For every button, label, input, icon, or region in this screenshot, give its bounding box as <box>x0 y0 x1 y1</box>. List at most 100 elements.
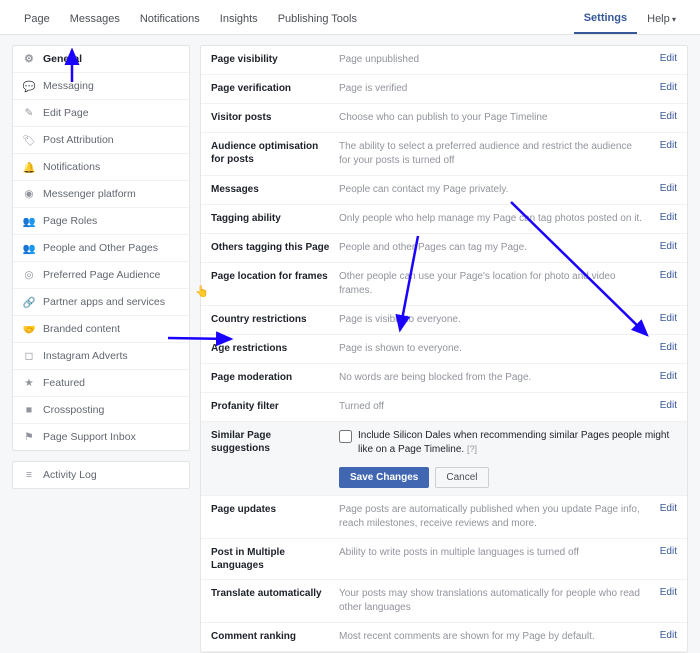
sidebar-item-label: People and Other Pages <box>43 242 158 254</box>
sidebar-item-post-attribution[interactable]: 🏷Post Attribution <box>13 127 189 154</box>
sidebar-item-label: Activity Log <box>43 469 97 481</box>
edit-link[interactable]: Edit <box>654 546 677 557</box>
help-icon[interactable]: [?] <box>467 444 477 454</box>
nav-page[interactable]: Page <box>14 7 60 33</box>
row-comment: Comment ranking Most recent comments are … <box>201 623 687 652</box>
row-value: Most recent comments are shown for my Pa… <box>339 630 646 644</box>
sidebar-item-label: Branded content <box>43 323 120 335</box>
row-label: Others tagging this Page <box>211 241 331 254</box>
sidebar: ⚙ General 💬Messaging ✎ Edit Page 🏷Post Attrib… <box>12 45 190 653</box>
edit-link[interactable]: Edit <box>654 400 677 411</box>
edit-link[interactable]: Edit <box>654 630 677 641</box>
row-profanity: Profanity filterTurned offEdit <box>201 393 687 422</box>
edit-link[interactable]: Edit <box>654 241 677 252</box>
row-updates: Page updatesPage posts are automatically… <box>201 496 687 539</box>
edit-link[interactable]: Edit <box>654 183 677 194</box>
row-label: Page visibility <box>211 53 331 66</box>
row-label: Country restrictions <box>211 313 331 326</box>
sidebar-item-activity-log[interactable]: ≡ Activity Log <box>13 462 189 488</box>
row-age: Age restrictionsPage is shown to everyon… <box>201 335 687 364</box>
sidebar-item-partner-apps-and-services[interactable]: 🔗 Partner apps and services <box>13 289 189 316</box>
instagram-icon: ◻ <box>23 350 35 362</box>
row-label: Similar Page suggestions <box>211 429 331 455</box>
row-similar: Similar Page suggestions Include Silicon … <box>201 422 687 496</box>
row-value: Choose who can publish to your Page Time… <box>339 111 646 125</box>
row-value: People can contact my Page privately. <box>339 183 646 197</box>
sidebar-item-label: Page Roles <box>43 215 97 227</box>
top-nav: Page Messages Notifications Insights Pub… <box>0 0 700 35</box>
edit-link[interactable]: Edit <box>654 587 677 598</box>
nav-publishing[interactable]: Publishing Tools <box>268 7 367 33</box>
sidebar-item-people-and-other-pages[interactable]: 👥 People and Other Pages <box>13 235 189 262</box>
row-value: Include Silicon Dales when recommending … <box>339 429 677 488</box>
row-messages: MessagesPeople can contact my Page priva… <box>201 176 687 205</box>
nav-messages[interactable]: Messages <box>60 7 130 33</box>
nav-insights[interactable]: Insights <box>210 7 268 33</box>
row-label: Page location for frames <box>211 270 331 283</box>
row-value: Page is visible to everyone. <box>339 313 646 327</box>
row-value: The ability to select a preferred audien… <box>339 140 646 168</box>
sidebar-item-featured[interactable]: ★ Featured <box>13 370 189 397</box>
sidebar-item-label: Featured <box>43 377 85 389</box>
sidebar-item-page-support-inbox[interactable]: ⚑Page Support Inbox <box>13 424 189 450</box>
nav-notifications[interactable]: Notifications <box>130 7 210 33</box>
sidebar-item-messenger-platform[interactable]: ◉Messenger platform <box>13 181 189 208</box>
sidebar-item-page-roles[interactable]: 👥Page Roles <box>13 208 189 235</box>
sidebar-item-notifications[interactable]: 🔔 Notifications <box>13 154 189 181</box>
row-label: Audience optimisation for posts <box>211 140 331 166</box>
cancel-button[interactable]: Cancel <box>435 467 488 488</box>
row-label: Comment ranking <box>211 630 331 643</box>
sidebar-item-branded-content[interactable]: 🤝Branded content <box>13 316 189 343</box>
save-changes-button[interactable]: Save Changes <box>339 467 429 488</box>
row-value: Page is verified <box>339 82 646 96</box>
edit-link[interactable]: Edit <box>654 342 677 353</box>
row-value: Turned off <box>339 400 646 414</box>
nav-settings[interactable]: Settings <box>574 6 637 34</box>
row-multilang: Post in Multiple LanguagesAbility to wri… <box>201 539 687 580</box>
gear-icon: ⚙ <box>23 53 35 65</box>
edit-link[interactable]: Edit <box>654 82 677 93</box>
row-visitor: Visitor posts Choose who can publish to y… <box>201 104 687 133</box>
link-icon: 🔗 <box>23 296 35 308</box>
edit-link[interactable]: Edit <box>654 140 677 151</box>
edit-link[interactable]: Edit <box>654 371 677 382</box>
sidebar-item-label: Edit Page <box>43 107 89 119</box>
list-icon: ≡ <box>23 469 35 481</box>
sidebar-item-edit-page[interactable]: ✎ Edit Page <box>13 100 189 127</box>
row-verification: Page verification Page is verified Edit <box>201 75 687 104</box>
edit-link[interactable]: Edit <box>654 270 677 281</box>
star-icon: ★ <box>23 377 35 389</box>
tag-icon: 🏷 <box>23 134 35 146</box>
edit-link[interactable]: Edit <box>654 53 677 64</box>
bell-icon: 🔔 <box>23 161 35 173</box>
edit-link[interactable]: Edit <box>654 111 677 122</box>
row-value: Ability to write posts in multiple langu… <box>339 546 646 560</box>
people-icon: 👥 <box>23 242 35 254</box>
row-value: Only people who help manage my Page can … <box>339 212 646 226</box>
edit-link[interactable]: Edit <box>654 313 677 324</box>
row-value: Your posts may show translations automat… <box>339 587 646 615</box>
edit-link[interactable]: Edit <box>654 212 677 223</box>
sidebar-item-label: Messenger platform <box>43 188 136 200</box>
row-value: Page posts are automatically published w… <box>339 503 646 531</box>
sidebar-item-label: Preferred Page Audience <box>43 269 160 281</box>
edit-link[interactable]: Edit <box>654 503 677 514</box>
similar-page-checkbox[interactable] <box>339 430 352 443</box>
sidebar-item-crossposting[interactable]: ■Crossposting <box>13 397 189 424</box>
nav-help[interactable]: Help <box>637 7 686 33</box>
target-icon: ◎ <box>23 269 35 281</box>
row-label: Visitor posts <box>211 111 331 124</box>
pencil-icon: ✎ <box>23 107 35 119</box>
sidebar-item-preferred-page-audience[interactable]: ◎ Preferred Page Audience <box>13 262 189 289</box>
sidebar-item-label: Partner apps and services <box>43 296 165 308</box>
row-value: No words are being blocked from the Page… <box>339 371 646 385</box>
sidebar-item-label: General <box>43 53 82 65</box>
row-value: Other people can use your Page's locatio… <box>339 270 646 298</box>
sidebar-item-general[interactable]: ⚙ General <box>13 46 189 73</box>
sidebar-item-label: Notifications <box>43 161 100 173</box>
row-label: Page verification <box>211 82 331 95</box>
sidebar-item-messaging[interactable]: 💬Messaging <box>13 73 189 100</box>
video-icon: ■ <box>23 404 35 416</box>
sidebar-item-instagram-adverts[interactable]: ◻Instagram Adverts <box>13 343 189 370</box>
row-label: Age restrictions <box>211 342 331 355</box>
